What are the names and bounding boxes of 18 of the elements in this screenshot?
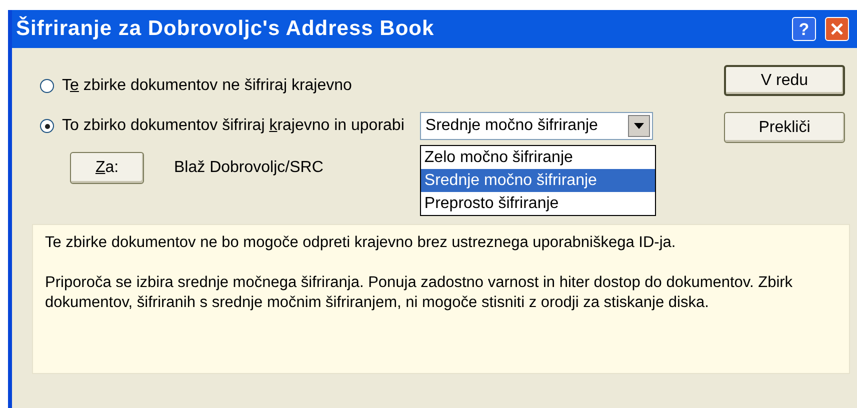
option-label[interactable]: To zbirko dokumentov šifriraj krajevno in uporabi xyxy=(62,114,404,138)
dialog-button[interactable]: Prekliči xyxy=(724,112,845,143)
dropdown-option[interactable]: Preprosto šifriranje xyxy=(421,192,656,215)
dropdown-option[interactable]: Zelo močno šifriranje xyxy=(421,146,656,169)
close-button[interactable] xyxy=(825,17,849,41)
info-text: Te zbirke dokumentov ne bo mogoče odpreti krajevno brez ustreznega uporabniškega ID-ja. xyxy=(45,233,677,253)
for-button[interactable]: Za: xyxy=(70,152,144,184)
dialog-button[interactable]: V redu xyxy=(724,65,845,96)
radio-button[interactable] xyxy=(40,119,54,133)
window-title: Šifriranje za Dobrovoljc's Address Book xyxy=(16,15,434,42)
radio-button[interactable] xyxy=(40,79,54,93)
close-icon xyxy=(830,22,844,36)
dropdown-option[interactable]: Srednje močno šifriranje xyxy=(421,169,656,192)
help-button[interactable]: ? xyxy=(792,17,816,41)
option-label[interactable]: Te zbirke dokumentov ne šifriraj krajevno xyxy=(62,74,352,98)
info-text: Priporoča se izbira srednje močnega šifriranja. Ponuja zadostno varnost in hiter dostop do dokumentov. Zbirk dokumentov, šifriranih s srednje močnim šifriranjem, ni mogoče stisniti z orodji za stiskanje diska. xyxy=(45,273,794,313)
user-name: Blaž Dobrovoljc/SRC xyxy=(174,158,324,178)
encryption-dropdown[interactable]: Srednje močno šifriranje xyxy=(420,112,654,140)
